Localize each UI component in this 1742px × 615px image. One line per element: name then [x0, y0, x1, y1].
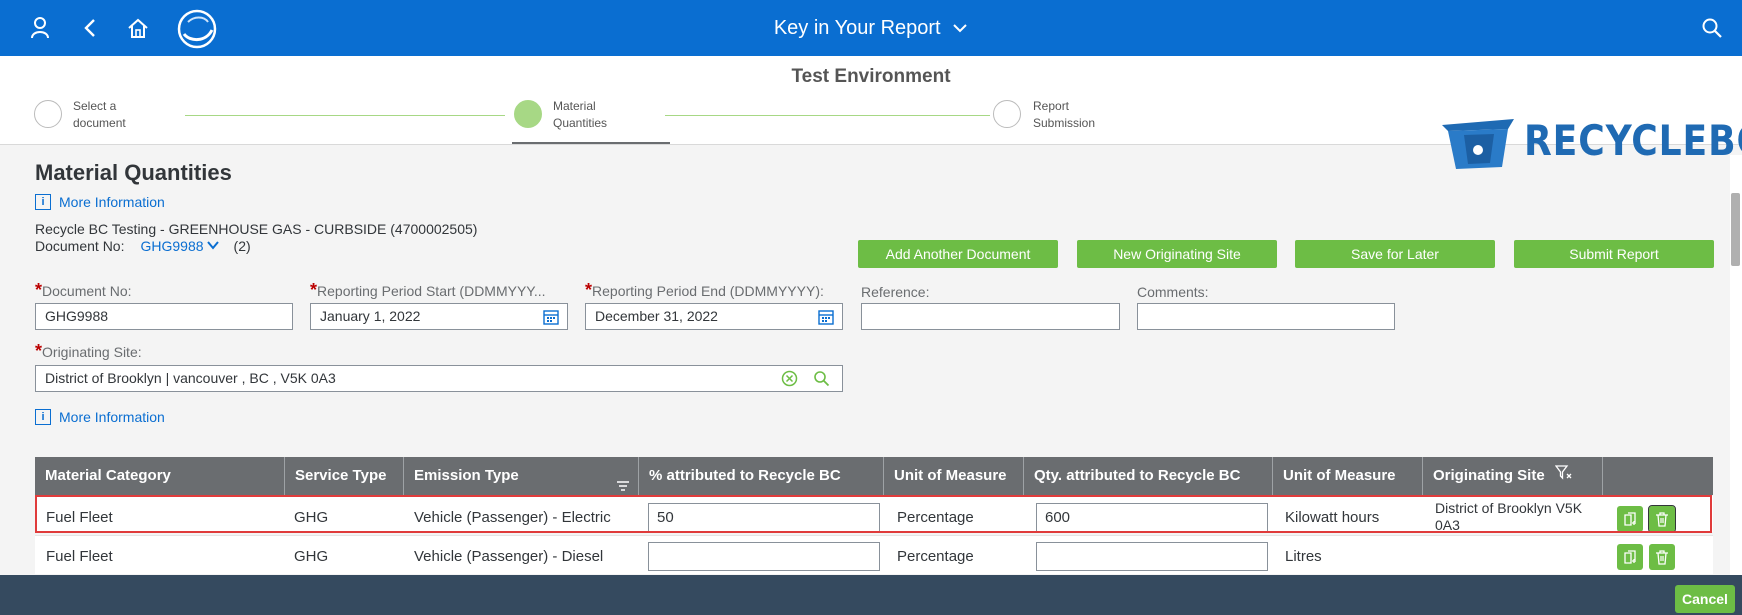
step-3-label-line1: Report: [1033, 99, 1070, 113]
column-header-actions: [1603, 457, 1713, 495]
document-number-link[interactable]: GHG9988: [140, 238, 203, 254]
info-icon: i: [35, 409, 51, 425]
column-header-percent-attributed[interactable]: % attributed to Recycle BC: [639, 457, 884, 495]
more-info-text: More Information: [59, 409, 165, 425]
required-marker: *: [310, 280, 318, 300]
column-header-unit-of-measure-2[interactable]: Unit of Measure: [1273, 457, 1423, 495]
trash-icon: [1656, 550, 1668, 565]
period-end-input[interactable]: December 31, 2022: [585, 303, 843, 330]
organization-line: Recycle BC Testing - GREENHOUSE GAS - CU…: [35, 221, 478, 237]
search-icon[interactable]: [1698, 14, 1726, 42]
step-connector: [665, 115, 990, 116]
copy-row-button[interactable]: [1617, 544, 1643, 570]
scrollbar-thumb[interactable]: [1731, 193, 1740, 266]
more-info-link[interactable]: i More Information: [35, 194, 165, 210]
column-header-emission-type[interactable]: Emission Type: [404, 457, 639, 495]
document-no-input[interactable]: GHG9988: [35, 303, 293, 330]
period-start-label: Reporting Period Start (DDMMYYY...: [317, 283, 546, 299]
copy-icon: [1624, 550, 1636, 564]
environment-title: Test Environment: [791, 66, 951, 87]
required-marker: *: [35, 280, 43, 300]
step-connector: [185, 115, 505, 116]
originating-site-value: District of Brooklyn | vancouver , BC , …: [45, 370, 336, 386]
required-marker: *: [585, 280, 593, 300]
column-header-service-type[interactable]: Service Type: [285, 457, 404, 495]
info-icon: i: [35, 194, 51, 210]
calendar-icon[interactable]: [543, 309, 559, 328]
step-1-label-line2: document: [73, 116, 126, 130]
recyclebc-bin-logo: [1438, 115, 1518, 174]
active-step-underline: [512, 142, 670, 144]
value-help-search-icon[interactable]: [813, 370, 830, 390]
originating-site-input[interactable]: District of Brooklyn | vancouver , BC , …: [35, 365, 843, 392]
cell-service-type: GHG: [294, 548, 329, 565]
add-another-document-button[interactable]: Add Another Document: [858, 240, 1058, 268]
save-for-later-button[interactable]: Save for Later: [1295, 240, 1495, 268]
step-1-circle[interactable]: [34, 100, 62, 128]
cell-unit-of-measure-1: Percentage: [897, 548, 974, 565]
originating-site-label: Originating Site:: [42, 344, 142, 360]
new-originating-site-button[interactable]: New Originating Site: [1077, 240, 1277, 268]
document-no-label-row: *Document No:: [35, 280, 132, 301]
document-no-label: Document No:: [42, 283, 132, 299]
period-end-label: Reporting Period End (DDMMYYYY):: [592, 283, 824, 299]
column-header-material-category[interactable]: Material Category: [35, 457, 285, 495]
submit-report-button[interactable]: Submit Report: [1514, 240, 1714, 268]
reference-label: Reference:: [861, 284, 930, 300]
step-2-label[interactable]: Material Quantities: [553, 98, 643, 132]
calendar-icon[interactable]: [818, 309, 834, 328]
page-title: Material Quantities: [35, 160, 232, 185]
period-start-input[interactable]: January 1, 2022: [310, 303, 568, 330]
step-1-label-line1: Select a: [73, 99, 117, 113]
app-title-text: Key in Your Report: [773, 17, 941, 39]
comments-input[interactable]: [1137, 303, 1395, 330]
emission-type-header-text: Emission Type: [414, 467, 519, 484]
more-info-link-2[interactable]: i More Information: [35, 409, 165, 425]
table-row: Fuel Fleet GHG Vehicle (Passenger) - Die…: [35, 535, 1713, 574]
wizard-stepper: Test Environment Select a document Mater…: [0, 56, 1742, 169]
title-chevron-down-icon[interactable]: [952, 17, 968, 40]
reference-input[interactable]: [861, 303, 1120, 330]
qty-attributed-input[interactable]: [1036, 542, 1268, 571]
period-start-label-row: *Reporting Period Start (DDMMYYY...: [310, 280, 546, 301]
footer-toolbar: [0, 575, 1742, 615]
percent-attributed-input[interactable]: [648, 542, 880, 571]
column-header-originating-site[interactable]: Originating Site: [1423, 457, 1603, 495]
shell-bar: Key in Your Report: [0, 0, 1742, 56]
period-end-value: December 31, 2022: [595, 308, 718, 324]
app-title[interactable]: Key in Your Report: [0, 17, 1742, 40]
step-3-circle[interactable]: [993, 100, 1021, 128]
document-number-row: Document No: GHG9988 (2): [35, 238, 251, 254]
step-2-label-line2: Quantities: [553, 116, 608, 130]
clear-filter-icon[interactable]: [1554, 457, 1573, 495]
document-number-label: Document No:: [35, 238, 125, 254]
step-3-label-line2: Submission: [1033, 116, 1096, 130]
step-2-label-line1: Material: [553, 99, 596, 113]
step-3-label[interactable]: Report Submission: [1033, 98, 1123, 132]
required-marker: *: [35, 341, 43, 361]
step-2-circle[interactable]: [514, 100, 542, 128]
recyclebc-logo-text: RECYCLEBC: [1524, 116, 1742, 165]
cancel-button[interactable]: Cancel: [1675, 585, 1735, 613]
period-end-label-row: *Reporting Period End (DDMMYYYY):: [585, 280, 824, 301]
originating-site-header-text: Originating Site: [1433, 467, 1545, 484]
cell-unit-of-measure-2: Litres: [1285, 548, 1322, 565]
table-header: Material Category Service Type Emission …: [35, 457, 1713, 495]
column-header-qty-attributed[interactable]: Qty. attributed to Recycle BC: [1024, 457, 1273, 495]
period-start-value: January 1, 2022: [320, 308, 421, 324]
cell-material-category: Fuel Fleet: [46, 548, 113, 565]
more-info-text: More Information: [59, 194, 165, 210]
step-1-label[interactable]: Select a document: [73, 98, 163, 132]
originating-site-label-row: *Originating Site:: [35, 341, 142, 362]
delete-row-button[interactable]: [1649, 544, 1675, 570]
clear-icon[interactable]: [781, 370, 798, 390]
cell-emission-type: Vehicle (Passenger) - Diesel: [414, 548, 604, 565]
document-count: (2): [233, 238, 251, 254]
selected-row-highlight: [35, 495, 1712, 533]
document-chevron-down-icon[interactable]: [206, 238, 220, 254]
column-header-unit-of-measure-1[interactable]: Unit of Measure: [884, 457, 1024, 495]
comments-label: Comments:: [1137, 284, 1209, 300]
